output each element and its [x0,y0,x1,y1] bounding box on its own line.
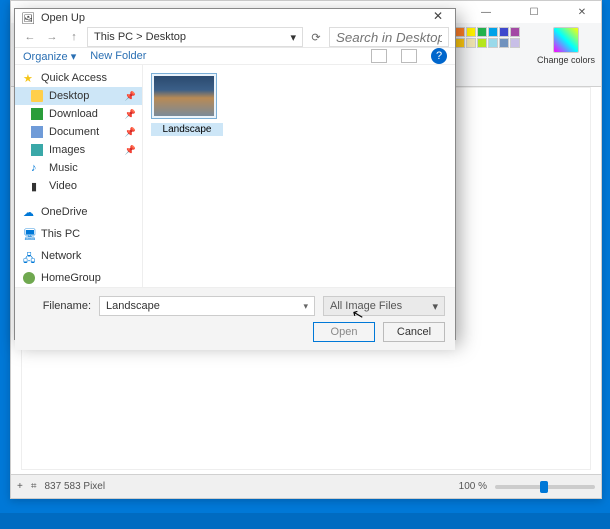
preview-icon[interactable] [401,49,417,63]
images-icon [31,144,43,156]
new-folder-button[interactable]: New Folder [90,50,146,62]
organize-menu[interactable]: Organize ▾ [23,50,76,63]
nav-video[interactable]: ▮ Video [15,177,142,195]
nav-label: Quick Access [41,72,107,84]
star-icon: ★ [23,72,35,84]
zoom-thumb[interactable] [540,481,548,493]
edit-colors-label: Change colors [537,55,595,65]
nav-label: Images [49,144,85,156]
filename-value: Landscape [106,300,160,312]
color-swatch[interactable] [510,38,520,48]
nav-label: OneDrive [41,206,87,218]
status-plus[interactable]: + [17,481,23,492]
nav-label: Music [49,162,78,174]
nav-label: Network [41,250,81,262]
desktop-edge [0,513,610,529]
filetype-filter[interactable]: All Image Files ▾ [323,296,445,316]
open-dialog: 🖼 Open Up ✕ ← → ↑ This PC > Desktop ▾ ⟳ … [14,8,456,340]
cloud-icon: ☁ [23,206,35,218]
nav-network[interactable]: 🖧 Network [15,247,142,265]
filename-label: Filename: [25,300,91,312]
cancel-button[interactable]: Cancel [383,322,445,342]
app-icon: 🖼 [21,12,35,25]
nav-forward-button[interactable]: → [43,28,61,46]
file-thumbnail [151,73,217,119]
nav-onedrive[interactable]: ☁ OneDrive [15,203,142,221]
color-swatch[interactable] [499,27,509,37]
dialog-title: Open Up [41,12,85,24]
dialog-close-button[interactable]: ✕ [427,9,449,27]
address-chevron-icon[interactable]: ▾ [290,31,296,44]
nav-back-button[interactable]: ← [21,28,39,46]
address-path: This PC > Desktop [94,31,186,43]
search-input[interactable] [329,27,449,47]
nav-music[interactable]: ♪ Music [15,159,142,177]
file-list[interactable]: Landscape [143,65,455,287]
dialog-footer: Filename: Landscape ▾ All Image Files ▾ … [15,288,455,350]
close-button[interactable]: ✕ [567,2,597,22]
help-button[interactable]: ? [431,48,447,64]
filename-input[interactable]: Landscape ▾ [99,296,315,316]
color-swatch[interactable] [455,38,465,48]
nav-quick-access[interactable]: ★ Quick Access [15,69,142,87]
chevron-down-icon[interactable]: ▾ [432,300,438,313]
nav-desktop[interactable]: Desktop 📌 [15,87,142,105]
video-icon: ▮ [31,180,43,192]
nav-document[interactable]: Document 📌 [15,123,142,141]
pin-icon: 📌 [125,91,136,102]
nav-label: Download [49,108,98,120]
nav-this-pc[interactable]: 🖥 This PC [15,225,142,243]
edit-colors-button[interactable]: Change colors [537,27,595,82]
download-icon [31,108,43,120]
document-icon [31,126,43,138]
nav-label: This PC [41,228,80,240]
status-zoom: 100 % [459,481,487,492]
nav-homegroup[interactable]: HomeGroup [15,269,142,287]
zoom-slider[interactable] [495,485,595,489]
paint-statusbar: + ⌗ 837 583 Pixel 100 % [11,474,601,498]
status-dimensions: 837 583 Pixel [44,481,105,492]
open-button[interactable]: Open [313,322,375,342]
file-item-landscape[interactable]: Landscape [151,73,223,136]
maximize-button[interactable]: ☐ [519,2,549,22]
edit-colors-icon [553,27,579,53]
color-swatch[interactable] [499,38,509,48]
folder-icon [31,90,43,102]
color-swatch[interactable] [477,38,487,48]
minimize-button[interactable]: — [471,2,501,22]
view-icon[interactable] [371,49,387,63]
pin-icon: 📌 [125,145,136,156]
color-swatch[interactable] [466,38,476,48]
nav-images[interactable]: Images 📌 [15,141,142,159]
color-swatch[interactable] [477,27,487,37]
color-swatch[interactable] [488,38,498,48]
nav-pane: ★ Quick Access Desktop 📌 Download 📌 Documen… [15,65,143,287]
pc-icon: 🖥 [23,228,35,240]
nav-download[interactable]: Download 📌 [15,105,142,123]
homegroup-icon [23,272,35,284]
pin-icon: 📌 [125,109,136,120]
file-name-label: Landscape [151,123,223,136]
music-icon: ♪ [31,162,43,174]
color-swatch[interactable] [455,27,465,37]
nav-label: Document [49,126,99,138]
nav-up-button[interactable]: ↑ [65,28,83,46]
color-swatch[interactable] [510,27,520,37]
network-icon: 🖧 [23,250,35,262]
nav-label: Desktop [49,90,89,102]
color-swatch[interactable] [488,27,498,37]
color-swatch[interactable] [466,27,476,37]
dialog-body: ★ Quick Access Desktop 📌 Download 📌 Documen… [15,65,455,288]
filter-label: All Image Files [330,300,402,312]
nav-label: Video [49,180,77,192]
dialog-titlebar: 🖼 Open Up ✕ [15,9,455,27]
dialog-toolbar: Organize ▾ New Folder ? [15,48,455,65]
nav-label: HomeGroup [41,272,101,284]
refresh-button[interactable]: ⟳ [307,31,325,44]
pin-icon: 📌 [125,127,136,138]
address-bar[interactable]: This PC > Desktop ▾ [87,27,303,47]
chevron-down-icon[interactable]: ▾ [303,301,308,312]
dialog-navbar: ← → ↑ This PC > Desktop ▾ ⟳ [15,27,455,48]
